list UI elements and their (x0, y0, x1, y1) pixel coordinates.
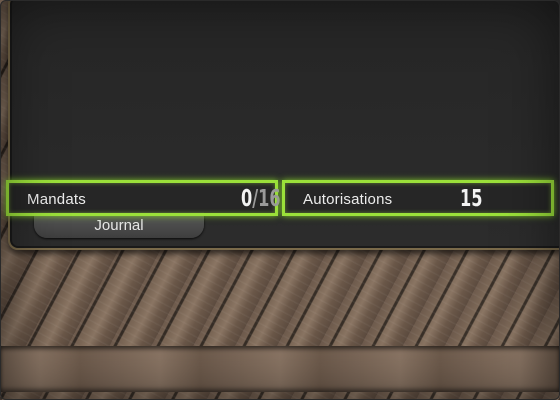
mandats-max: 16 (258, 186, 281, 212)
autorisations-counter: Autorisations 15 (282, 180, 554, 216)
autorisations-label: Autorisations (303, 191, 393, 208)
mandats-label: Mandats (27, 191, 86, 208)
mandats-counter: Mandats 0/16 (6, 180, 281, 216)
mandats-value: 0/16 (241, 186, 281, 212)
autorisations-value: 15 (460, 186, 483, 212)
floor-beam (0, 346, 560, 392)
mandats-current: 0 (241, 186, 253, 212)
